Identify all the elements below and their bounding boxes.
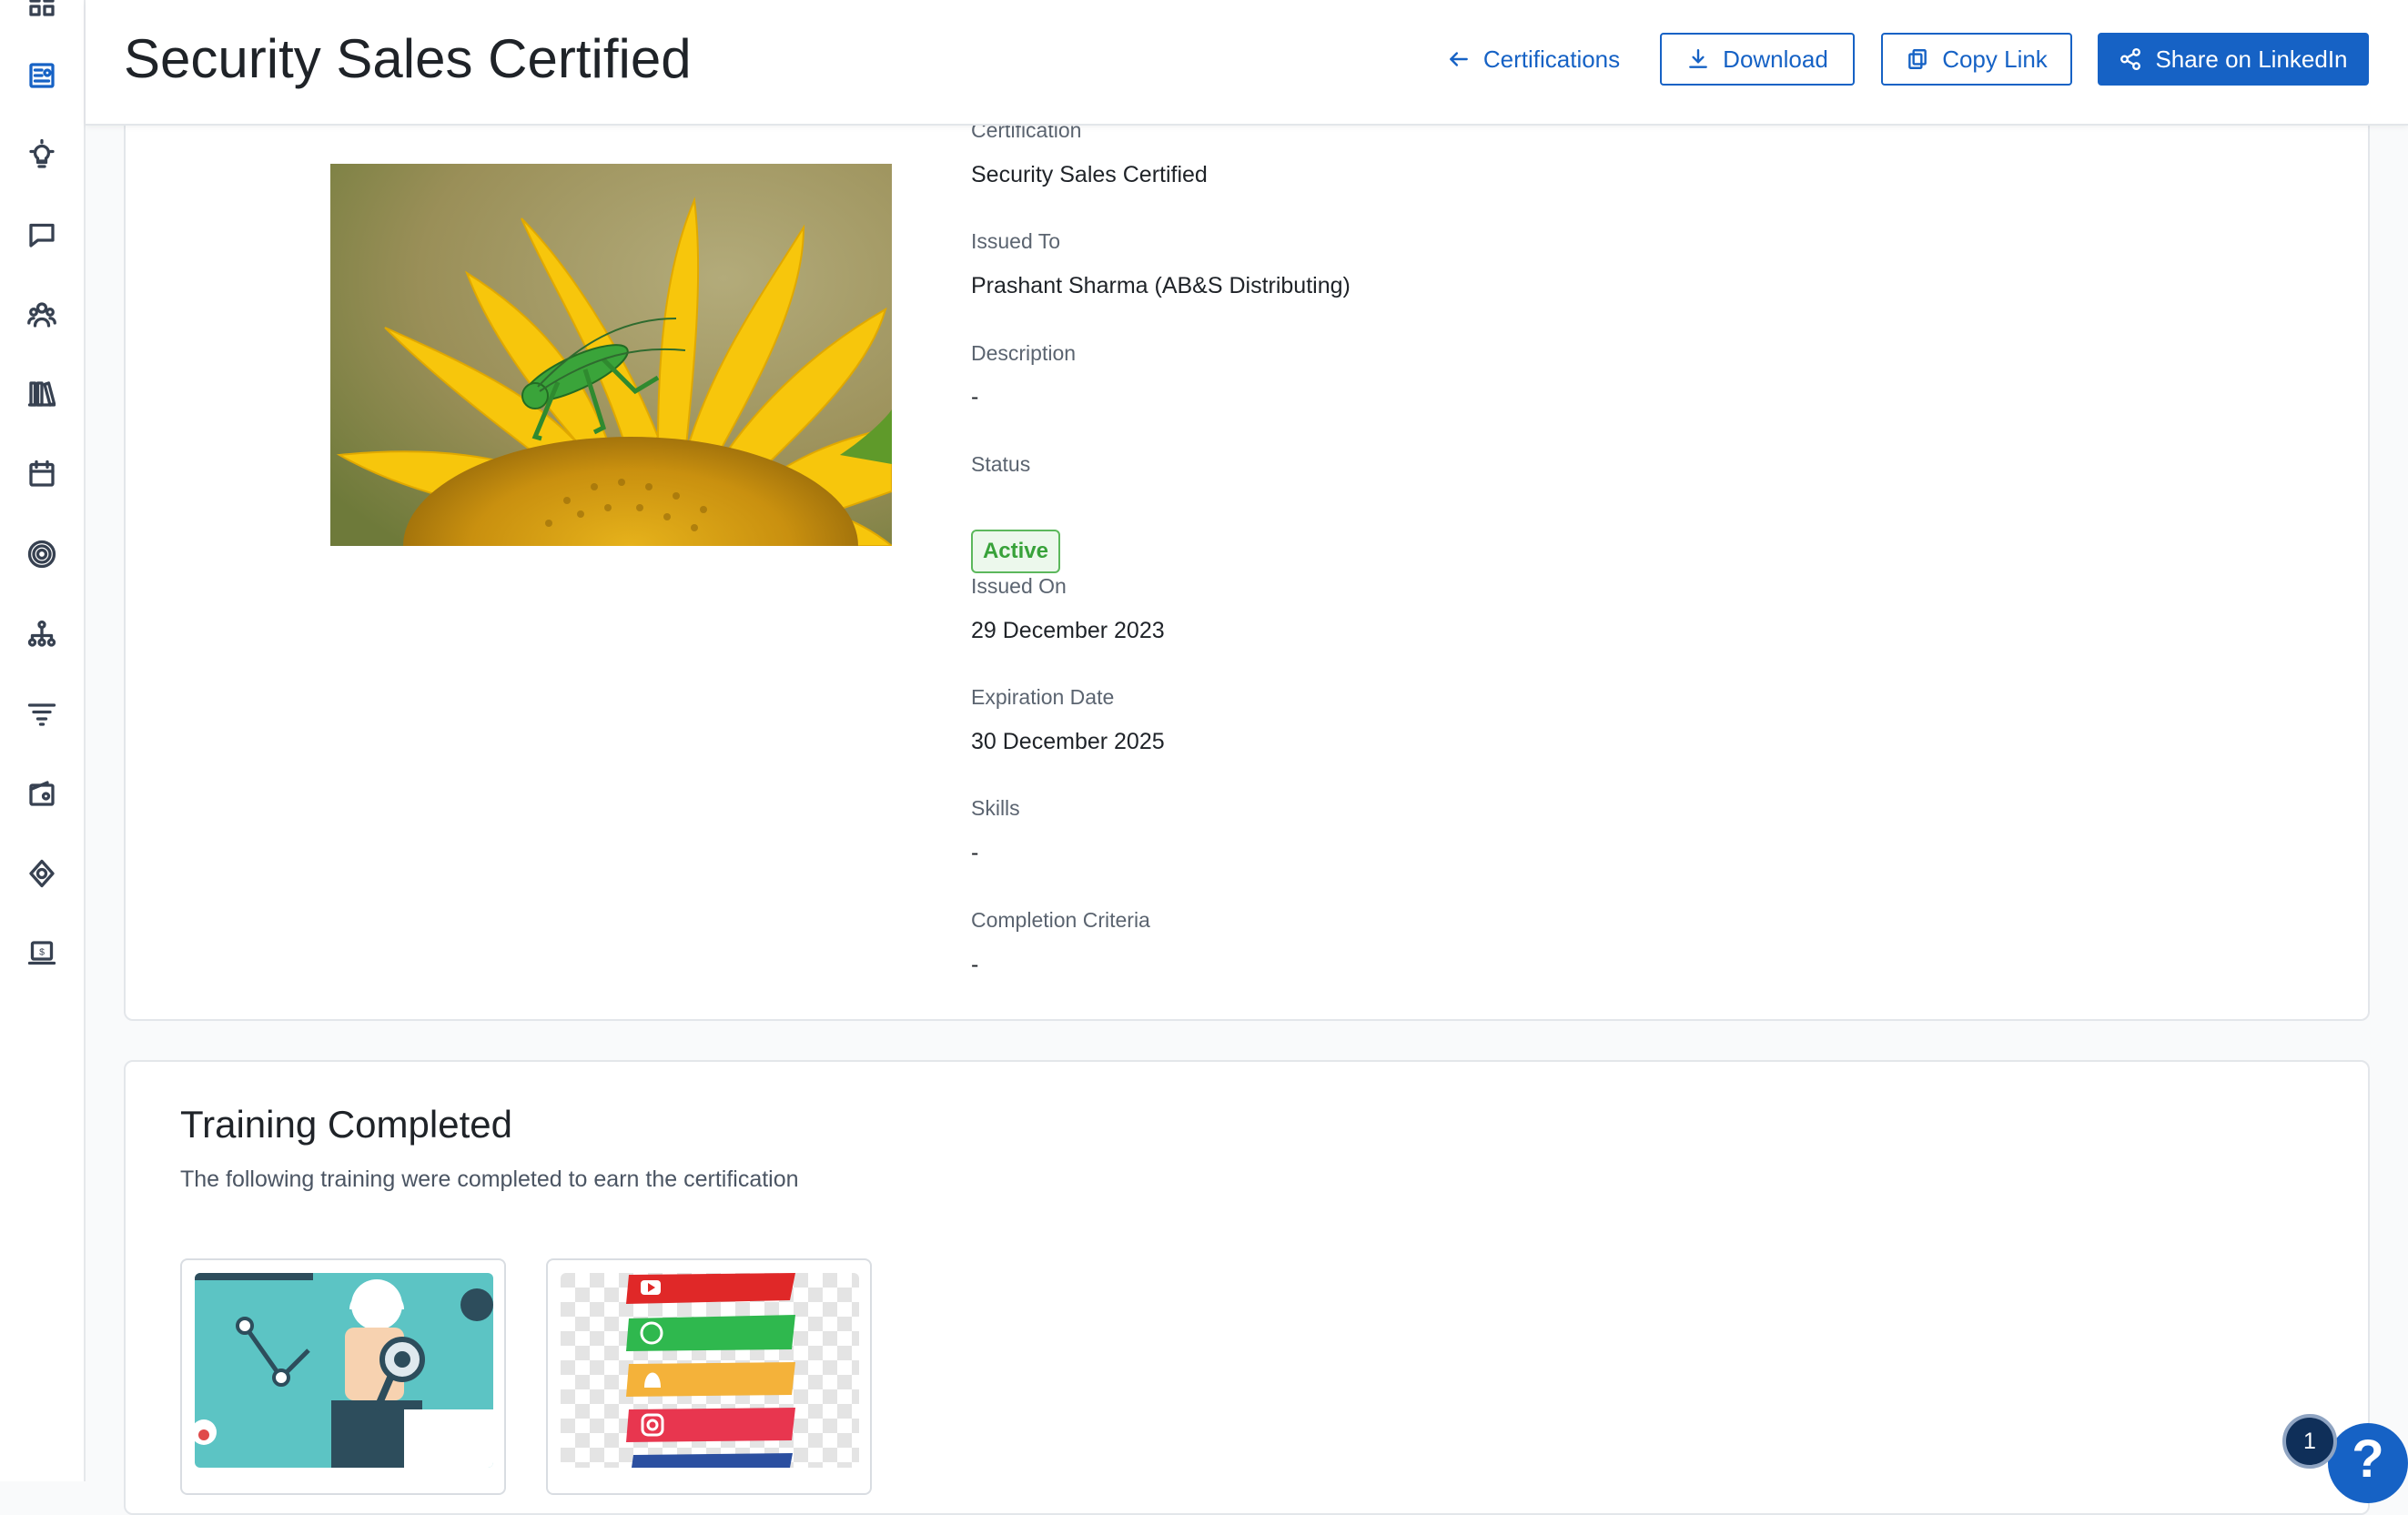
download-button[interactable]: Download	[1660, 33, 1855, 86]
integration-icon[interactable]	[22, 853, 62, 894]
billing-icon[interactable]: $	[22, 934, 62, 974]
description-value: -	[971, 384, 979, 409]
expiration-date-label: Expiration Date	[971, 685, 1115, 709]
share-icon	[2120, 47, 2141, 71]
training-title: Training Completed	[180, 1103, 512, 1146]
page-header: Security Sales Certified Certifications …	[86, 0, 2408, 126]
issued-to-label: Issued To	[971, 229, 1061, 253]
svg-text:$: $	[39, 947, 45, 958]
issued-to-value: Prashant Sharma (AB&S Distributing)	[971, 273, 1351, 298]
arrow-left-icon	[1450, 52, 1468, 66]
copy-link-label: Copy Link	[1942, 45, 2048, 73]
status-badge: Active	[971, 530, 1060, 573]
share-linkedin-button[interactable]: Share on LinkedIn	[2098, 33, 2369, 86]
target-icon[interactable]	[22, 534, 62, 574]
training-subtitle: The following training were completed to…	[180, 1167, 799, 1192]
issued-on-label: Issued On	[971, 574, 1067, 598]
training-tile-social-media[interactable]	[546, 1258, 872, 1495]
share-linkedin-label: Share on LinkedIn	[2155, 45, 2348, 73]
library-icon[interactable]	[22, 374, 62, 414]
filter-icon[interactable]	[22, 693, 62, 733]
status-label: Status	[971, 452, 1031, 476]
skills-label: Skills	[971, 796, 1020, 820]
completion-criteria-label: Completion Criteria	[971, 908, 1150, 932]
hierarchy-icon[interactable]	[22, 614, 62, 654]
help-icon[interactable]: ?	[2328, 1423, 2408, 1503]
team-icon[interactable]	[22, 295, 62, 335]
expiration-date-value: 30 December 2025	[971, 729, 1165, 754]
issued-on-value: 29 December 2023	[971, 618, 1165, 643]
copy-link-button[interactable]: Copy Link	[1881, 33, 2072, 86]
sidebar: $	[0, 0, 86, 1481]
download-icon	[1689, 49, 1708, 68]
download-label: Download	[1723, 45, 1828, 73]
certificate-icon[interactable]	[22, 56, 62, 96]
chat-icon[interactable]	[22, 215, 62, 255]
training-tile-analytics[interactable]	[180, 1258, 506, 1495]
page-title: Security Sales Certified	[124, 28, 692, 89]
completion-criteria-value: -	[971, 952, 979, 977]
back-to-certifications-link[interactable]: Certifications	[1431, 33, 1636, 86]
help-widget[interactable]: ? 1	[2282, 1414, 2408, 1503]
training-thumbnail-social-media	[561, 1273, 859, 1468]
certification-image	[330, 164, 892, 546]
training-completed-card: Training Completed The following trainin…	[124, 1060, 2370, 1515]
back-link-label: Certifications	[1482, 45, 1621, 73]
description-label: Description	[971, 341, 1077, 365]
wallet-icon[interactable]	[22, 773, 62, 813]
training-thumbnail-analytics	[195, 1273, 493, 1468]
certification-details-card: Certification Security Sales Certified I…	[124, 36, 2370, 1021]
lightbulb-icon[interactable]	[22, 136, 62, 176]
calendar-icon[interactable]	[22, 454, 62, 494]
certification-value: Security Sales Certified	[971, 162, 1208, 187]
notification-count-badge: 1	[2282, 1414, 2337, 1469]
grid-icon[interactable]	[22, 0, 62, 24]
copy-icon	[1908, 49, 1927, 69]
skills-value: -	[971, 840, 979, 865]
